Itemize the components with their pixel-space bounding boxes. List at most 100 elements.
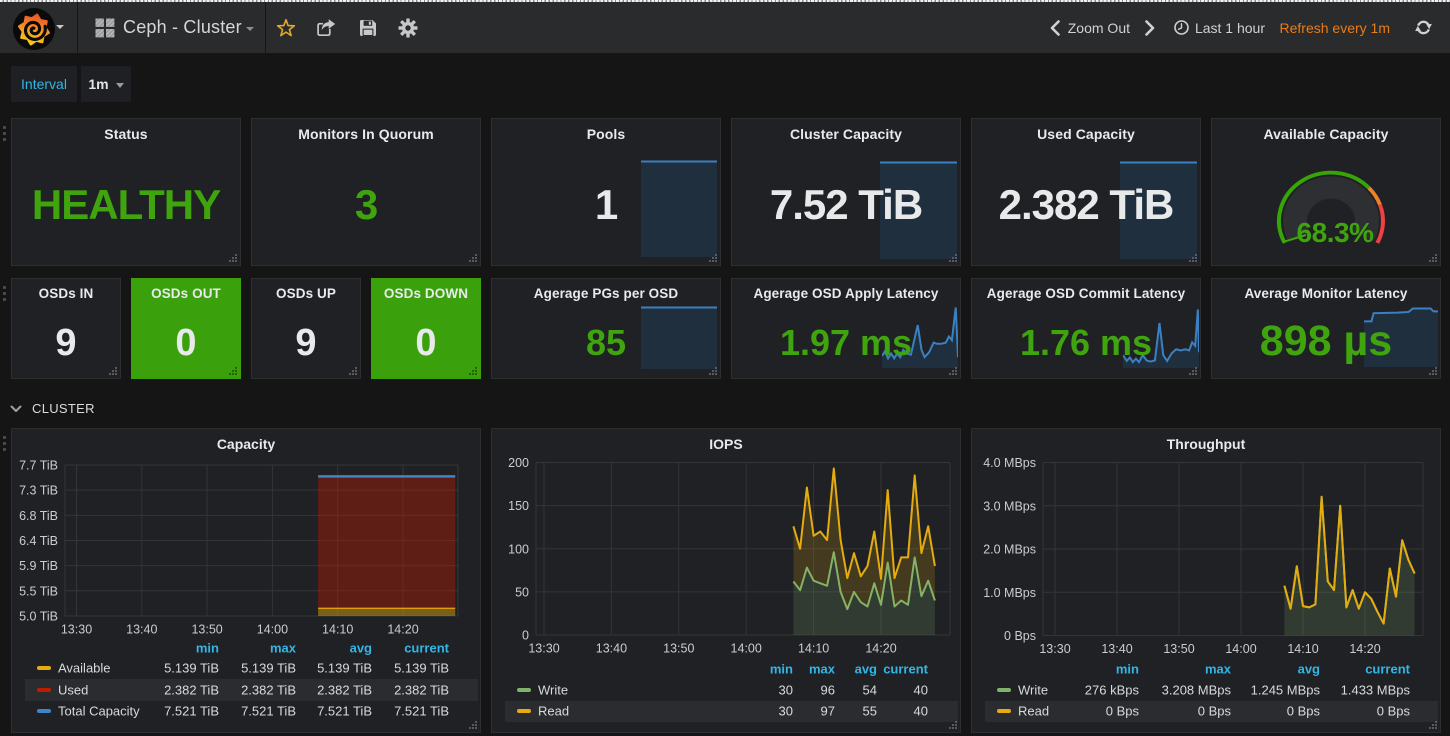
svg-text:13:40: 13:40 (1101, 642, 1132, 656)
legend-series-name[interactable]: Write (538, 682, 568, 697)
panel-resize-handle[interactable] (469, 254, 477, 262)
panel-monitors-in-quorum[interactable]: Monitors In Quorum 3 (251, 118, 481, 266)
panel-resize-handle[interactable] (229, 367, 237, 375)
row-drag-handle[interactable] (3, 126, 6, 144)
panel-resize-handle[interactable] (349, 367, 357, 375)
graph-panel-throughput[interactable]: Throughput0 Bps1.0 MBps2.0 MBps3.0 MBps4… (971, 428, 1441, 733)
time-range-picker[interactable]: Last 1 hour (1174, 2, 1265, 53)
panel-osds-up[interactable]: OSDs UP9 (251, 278, 361, 379)
panel-title[interactable]: Agerage OSD Apply Latency (732, 286, 960, 301)
star-dashboard-button[interactable] (266, 2, 306, 53)
svg-text:14:00: 14:00 (1225, 642, 1256, 656)
panel-osds-down[interactable]: OSDs DOWN 0 (371, 278, 481, 379)
panel-title[interactable]: OSDs UP (252, 286, 360, 301)
chevron-right-icon (1145, 20, 1155, 36)
panel-title[interactable]: OSDs DOWN (372, 286, 480, 301)
panel-title[interactable]: Monitors In Quorum (252, 126, 480, 142)
panel-title[interactable]: Agerage OSD Commit Latency (972, 286, 1200, 301)
svg-text:13:50: 13:50 (191, 623, 222, 637)
panel-osds-in[interactable]: OSDs IN9 (11, 278, 121, 379)
graph-plot: 5.0 TiB5.5 TiB5.9 TiB6.4 TiB6.8 TiB7.3 T… (12, 429, 482, 664)
panel-resize-handle[interactable] (1429, 367, 1437, 375)
grafana-menu-button[interactable] (0, 2, 77, 53)
panel-osd-apply-latency[interactable]: Agerage OSD Apply Latency1.97 ms (731, 278, 961, 379)
panel-resize-handle[interactable] (109, 367, 117, 375)
graph-legend: minmaxavgcurrentWrite276 kBps3.208 MBps1… (985, 659, 1438, 722)
legend-header-current: current (1365, 662, 1410, 677)
dashboard-settings-button[interactable] (388, 2, 428, 53)
panel-title[interactable]: Average Monitor Latency (1212, 286, 1440, 301)
legend-series-name[interactable]: Total Capacity (58, 704, 140, 719)
legend-series-name[interactable]: Available (58, 661, 111, 676)
legend-value: 0 Bps (1377, 704, 1410, 719)
panel-title[interactable]: OSDs IN (12, 286, 120, 301)
graph-plot: 05010015020013:3013:4013:5014:0014:1014:… (492, 429, 962, 664)
stat-value: 0 (372, 321, 480, 365)
legend-header-avg: avg (1298, 662, 1320, 677)
legend-value: 7.521 TiB (164, 704, 219, 719)
panel-resize-handle[interactable] (1429, 721, 1437, 729)
panel-pgs-per-osd[interactable]: Agerage PGs per OSD85 (491, 278, 721, 379)
refresh-interval-picker[interactable]: Refresh every 1m (1280, 2, 1390, 53)
panel-osd-commit-latency[interactable]: Agerage OSD Commit Latency1.76 ms (971, 278, 1201, 379)
legend-series-name[interactable]: Used (58, 682, 88, 697)
clock-icon (1174, 20, 1189, 35)
panel-osds-out[interactable]: OSDs OUT0 (131, 278, 241, 379)
stat-value: 2.382 TiB (972, 181, 1200, 229)
panel-available-capacity[interactable]: Available Capacity68.3% (1211, 118, 1441, 266)
legend-series-name[interactable]: Read (1018, 704, 1049, 719)
legend-series-name[interactable]: Read (538, 704, 569, 719)
panel-resize-handle[interactable] (469, 721, 477, 729)
panel-resize-handle[interactable] (229, 254, 237, 262)
graph-panel-iops[interactable]: IOPS05010015020013:3013:4013:5014:0014:1… (491, 428, 961, 733)
legend-series-marker[interactable] (997, 688, 1011, 692)
svg-text:2.0 MBps: 2.0 MBps (983, 543, 1036, 557)
interval-value-text: 1m (88, 76, 108, 92)
legend-series-marker[interactable] (517, 709, 531, 713)
zoom-out-button[interactable]: Zoom Out (1068, 2, 1130, 53)
svg-text:0 Bps: 0 Bps (1004, 629, 1036, 643)
panel-cluster-capacity[interactable]: Cluster Capacity7.52 TiB (731, 118, 961, 266)
dashboard-picker[interactable]: Ceph - Cluster (78, 2, 265, 53)
stat-value: 3 (252, 181, 480, 229)
legend-series-marker[interactable] (37, 709, 51, 713)
svg-text:6.8 TiB: 6.8 TiB (19, 509, 58, 523)
panel-title[interactable]: Agerage PGs per OSD (492, 286, 720, 301)
panel-resize-handle[interactable] (949, 721, 957, 729)
svg-text:3.0 MBps: 3.0 MBps (983, 499, 1036, 513)
panel-status[interactable]: StatusHEALTHY (11, 118, 241, 266)
legend-series-marker[interactable] (517, 688, 531, 692)
panel-resize-handle[interactable] (949, 367, 957, 375)
panel-monitor-latency[interactable]: Average Monitor Latency898 µs (1211, 278, 1441, 379)
graph-panel-capacity[interactable]: Capacity5.0 TiB5.5 TiB5.9 TiB6.4 TiB6.8 … (11, 428, 481, 733)
interval-caret-icon (116, 83, 124, 88)
time-back-button[interactable] (1050, 2, 1060, 53)
save-dashboard-button[interactable] (348, 2, 388, 53)
panel-resize-handle[interactable] (1189, 367, 1197, 375)
legend-series-marker[interactable] (37, 688, 51, 692)
row-drag-handle[interactable] (3, 436, 6, 454)
legend-series-marker[interactable] (37, 666, 51, 670)
share-dashboard-button[interactable] (306, 2, 346, 53)
legend-value: 30 (779, 682, 793, 697)
panel-title[interactable]: Cluster Capacity (732, 126, 960, 142)
row-drag-handle[interactable] (3, 286, 6, 304)
panel-resize-handle[interactable] (469, 367, 477, 375)
legend-series-name[interactable]: Write (1018, 682, 1048, 697)
row-toggle-cluster[interactable]: CLUSTER (10, 401, 95, 416)
legend-series-marker[interactable] (997, 709, 1011, 713)
legend-value: 97 (821, 704, 835, 719)
legend-value: 40 (914, 682, 928, 697)
svg-text:50: 50 (515, 585, 529, 599)
interval-variable-dropdown[interactable]: 1m (81, 66, 131, 102)
panel-pools[interactable]: Pools1 (491, 118, 721, 266)
time-forward-button[interactable] (1145, 2, 1155, 53)
panel-title[interactable]: Used Capacity (972, 126, 1200, 142)
panel-title[interactable]: Status (12, 126, 240, 142)
panel-title[interactable]: Pools (492, 126, 720, 142)
panel-used-capacity[interactable]: Used Capacity 2.382 TiB (971, 118, 1201, 266)
panel-title[interactable]: OSDs OUT (132, 286, 240, 301)
legend-value: 2.382 TiB (394, 682, 449, 697)
refresh-dashboard-button[interactable] (1415, 2, 1432, 53)
legend-row: Available5.139 TiB5.139 TiB5.139 TiB5.13… (25, 658, 478, 680)
